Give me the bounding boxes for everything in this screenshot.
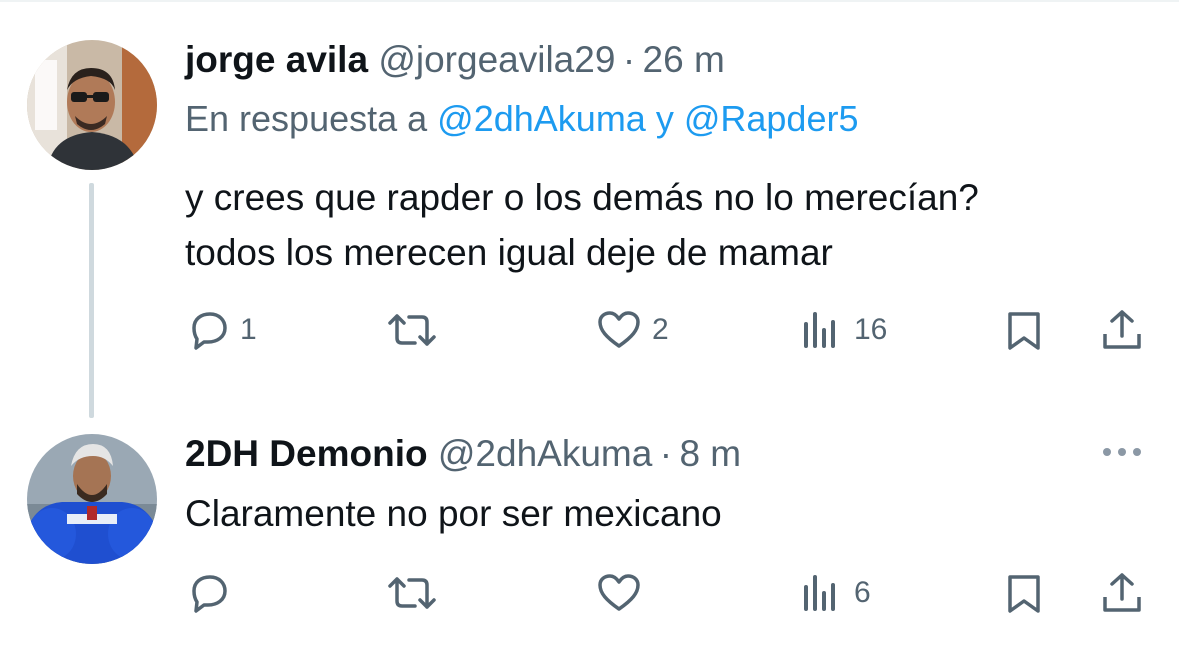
retweet-button[interactable] [387, 310, 447, 350]
tweet-text-line: y crees que rapder o los demás no lo mer… [185, 177, 979, 218]
reply-and: y [645, 98, 684, 139]
views-count: 6 [854, 576, 871, 609]
share-button[interactable] [1100, 308, 1144, 352]
display-name[interactable]: jorge avila [185, 39, 368, 80]
like-count: 2 [652, 313, 669, 346]
heart-icon [596, 573, 642, 613]
heart-icon [596, 310, 642, 350]
tweet-text-line: todos los merecen igual deje de mamar [185, 232, 833, 273]
separator-dot: · [652, 433, 680, 474]
top-divider [0, 0, 1179, 2]
mention-link[interactable]: @2dhAkuma [437, 98, 646, 139]
more-icon[interactable] [1100, 442, 1144, 467]
tweet-header: 2DH Demonio @2dhAkuma · 8 m [185, 432, 741, 476]
retweet-icon [387, 573, 437, 613]
mention-link[interactable]: @Rapder5 [684, 98, 859, 139]
reply-context: En respuesta a @2dhAkuma y @Rapder5 [185, 97, 858, 141]
bookmark-button[interactable] [1004, 310, 1044, 352]
timestamp[interactable]: 26 m [643, 39, 725, 80]
timestamp[interactable]: 8 m [679, 433, 741, 474]
bookmark-button[interactable] [1004, 573, 1044, 615]
bookmark-icon [1004, 573, 1044, 615]
tweet-header: jorge avila @jorgeavila29 · 26 m [185, 38, 725, 82]
views-button[interactable]: 6 [800, 573, 871, 613]
display-name[interactable]: 2DH Demonio [185, 433, 428, 474]
reply-icon [188, 310, 230, 350]
like-button[interactable]: 2 [596, 310, 669, 350]
views-button[interactable]: 16 [800, 310, 887, 350]
tweet-text: Claramente no por ser mexicano [185, 486, 722, 541]
bookmark-icon [1004, 310, 1044, 352]
share-button[interactable] [1100, 571, 1144, 615]
avatar[interactable] [27, 434, 157, 564]
avatar[interactable] [27, 40, 157, 170]
retweet-button[interactable] [387, 573, 447, 613]
reply-count: 1 [240, 313, 257, 346]
handle[interactable]: @2dhAkuma [438, 433, 652, 474]
share-icon [1100, 571, 1144, 615]
handle[interactable]: @jorgeavila29 [378, 39, 615, 80]
tweet-text-line: Claramente no por ser mexicano [185, 493, 722, 534]
views-icon [800, 310, 844, 350]
tweet-text: y crees que rapder o los demás no lo mer… [185, 170, 979, 280]
thread-line [89, 183, 94, 418]
views-count: 16 [854, 313, 888, 346]
like-button[interactable] [596, 573, 652, 613]
reply-button[interactable] [188, 573, 240, 613]
views-icon [800, 573, 844, 613]
share-icon [1100, 308, 1144, 352]
retweet-icon [387, 310, 437, 350]
reply-button[interactable]: 1 [188, 310, 257, 350]
reply-icon [188, 573, 230, 613]
reply-prefix: En respuesta a [185, 98, 438, 139]
separator-dot: · [615, 39, 643, 80]
